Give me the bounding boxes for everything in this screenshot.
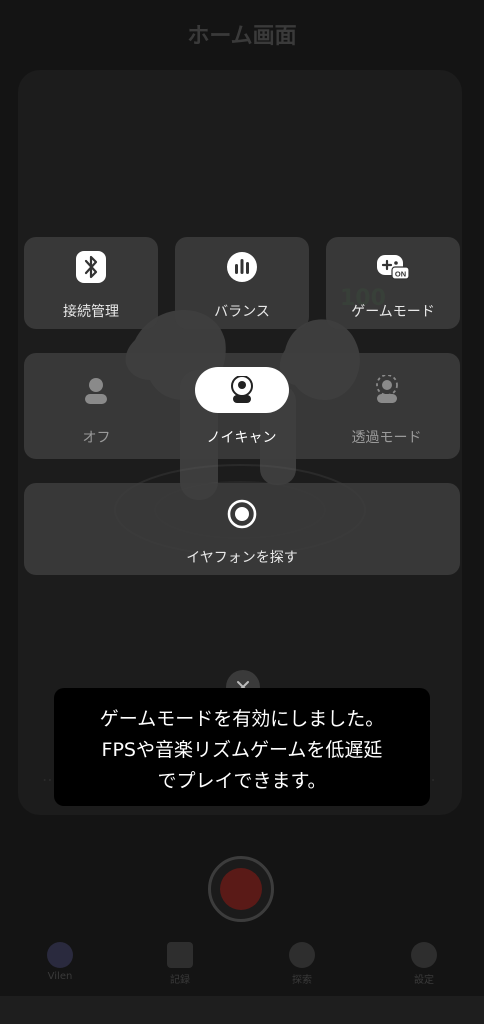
balance-tile[interactable]: バランス: [175, 237, 309, 329]
nc-on-option[interactable]: ノイキャン: [169, 353, 314, 459]
nc-off-label: オフ: [82, 430, 111, 446]
person-off-icon: [85, 378, 107, 404]
game-mode-badge: ON: [395, 270, 406, 279]
nav-label-record: 記録: [170, 975, 190, 986]
vilen-icon: [47, 942, 73, 968]
toast-line-2: FPSや音楽リズムゲームを低遅延: [101, 739, 383, 761]
record-dot: [220, 868, 262, 910]
game-mode-tile[interactable]: ON ゲームモード: [326, 237, 460, 329]
find-earphones-label: イヤフォンを探す: [186, 550, 298, 566]
nav-item-explore[interactable]: 探索: [272, 942, 332, 986]
page-title: ホーム画面: [187, 24, 297, 49]
record-button[interactable]: [208, 856, 274, 922]
connection-label: 接続管理: [63, 304, 119, 320]
balance-label: バランス: [214, 304, 270, 320]
locate-icon: [227, 499, 257, 529]
nc-off-option[interactable]: オフ: [24, 353, 169, 459]
nav-item-vilen[interactable]: Vilen: [30, 942, 90, 982]
bluetooth-icon: [76, 251, 106, 283]
gamepad-icon: ON: [377, 255, 410, 280]
compass-icon: [289, 942, 315, 968]
find-earphones-tile[interactable]: イヤフォンを探す: [24, 483, 460, 575]
nav-label-explore: 探索: [292, 975, 312, 986]
nav-item-record[interactable]: 記録: [150, 942, 210, 986]
nav-label-settings: 設定: [414, 975, 434, 986]
document-icon: [167, 942, 193, 968]
game-mode-toast: ゲームモードを有効にしました。 FPSや音楽リズムゲームを低遅延 でプレイできま…: [54, 688, 430, 806]
equalizer-icon: [227, 252, 257, 282]
bottom-nav: Vilen 記録 探索 設定: [0, 938, 484, 994]
nav-label-vilen: Vilen: [47, 971, 73, 982]
gear-icon: [411, 942, 437, 968]
connection-tile[interactable]: 接続管理: [24, 237, 158, 329]
nc-on-label: ノイキャン: [206, 430, 277, 446]
person-transparent-icon: [376, 375, 398, 403]
nav-item-settings[interactable]: 設定: [394, 942, 454, 986]
toast-line-3: でプレイできます。: [157, 770, 327, 792]
system-nav-bar: [0, 996, 484, 1024]
transparent-option[interactable]: 透過モード: [314, 353, 459, 459]
toast-line-1: ゲームモードを有効にしました。: [99, 708, 385, 730]
game-mode-label: ゲームモード: [351, 304, 435, 320]
transparent-label: 透過モード: [351, 430, 422, 446]
noise-control-panel: オフ ノイキャン 透過モード: [24, 353, 460, 459]
